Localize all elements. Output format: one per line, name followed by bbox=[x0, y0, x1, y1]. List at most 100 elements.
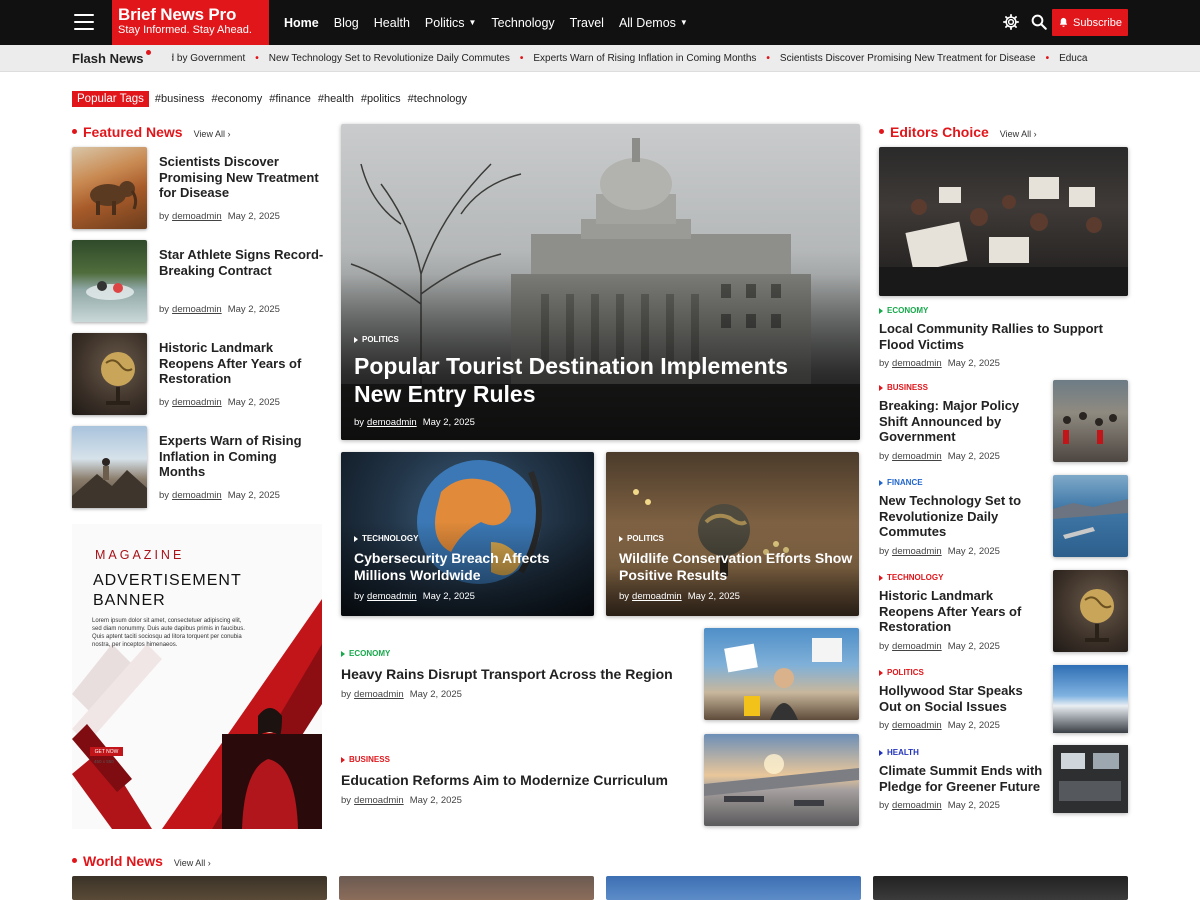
search-icon[interactable] bbox=[1030, 13, 1048, 31]
category-tag[interactable]: POLITICS bbox=[619, 534, 859, 543]
tag-business[interactable]: #business bbox=[155, 93, 205, 105]
editors-lead-article[interactable]: ECONOMY Local Community Rallies to Suppo… bbox=[879, 306, 1129, 369]
airport-thumb[interactable] bbox=[704, 734, 859, 826]
featured-item[interactable]: Experts Warn of Rising Inflation in Comi… bbox=[72, 426, 322, 508]
studio-thumb[interactable] bbox=[1053, 745, 1128, 813]
featured-thumb-hiker[interactable] bbox=[72, 426, 147, 508]
featured-view-all[interactable]: View All › bbox=[194, 129, 231, 139]
author-link[interactable]: demoadmin bbox=[892, 641, 942, 652]
protest-thumb[interactable] bbox=[704, 628, 859, 720]
editors-view-all[interactable]: View All › bbox=[1000, 129, 1037, 139]
ticker-item[interactable]: ced by Government bbox=[172, 53, 245, 64]
nav-blog[interactable]: Blog bbox=[334, 16, 359, 30]
list-article[interactable]: BUSINESS Education Reforms Aim to Modern… bbox=[341, 734, 860, 826]
editors-article[interactable]: POLITICS Hollywood Star Speaks Out on So… bbox=[879, 665, 1129, 733]
article-title[interactable]: Local Community Rallies to Support Flood… bbox=[879, 321, 1119, 352]
author-link[interactable]: demoadmin bbox=[892, 546, 942, 557]
featured-thumb-rafting[interactable] bbox=[72, 240, 147, 322]
flash-news-label: Flash News bbox=[72, 50, 151, 66]
ticker-item[interactable]: Experts Warn of Rising Inflation in Comi… bbox=[533, 53, 756, 64]
article-title[interactable]: Scientists Discover Promising New Treatm… bbox=[159, 154, 324, 201]
nav-politics[interactable]: Politics ▼ bbox=[425, 16, 477, 30]
article-title[interactable]: Star Athlete Signs Record-Breaking Contr… bbox=[159, 247, 324, 278]
featured-thumb-elephant[interactable] bbox=[72, 147, 147, 229]
menu-icon[interactable] bbox=[74, 14, 94, 30]
featured-item[interactable]: Star Athlete Signs Record-Breaking Contr… bbox=[72, 240, 324, 322]
author-link[interactable]: demoadmin bbox=[354, 689, 404, 700]
subscribe-button[interactable]: Subscribe bbox=[1052, 9, 1128, 36]
nav-all-demos[interactable]: All Demos ▼ bbox=[619, 16, 688, 30]
crowd-thumb[interactable] bbox=[1053, 380, 1128, 462]
author-link[interactable]: demoadmin bbox=[632, 591, 682, 602]
author-link[interactable]: demoadmin bbox=[892, 800, 942, 811]
article-title[interactable]: Experts Warn of Rising Inflation in Comi… bbox=[159, 433, 324, 480]
ticker-item[interactable]: New Technology Set to Revolutionize Dail… bbox=[269, 53, 510, 64]
world-card-image[interactable] bbox=[606, 876, 861, 900]
list-article[interactable]: ECONOMY Heavy Rains Disrupt Transport Ac… bbox=[341, 628, 860, 720]
article-title[interactable]: Education Reforms Aim to Modernize Curri… bbox=[341, 772, 668, 788]
author-link[interactable]: demoadmin bbox=[367, 591, 417, 602]
editors-article[interactable]: FINANCE New Technology Set to Revolution… bbox=[879, 475, 1129, 557]
author-link[interactable]: demoadmin bbox=[367, 417, 417, 428]
mountain-thumb[interactable] bbox=[1053, 665, 1128, 733]
featured-thumb-globe[interactable] bbox=[72, 333, 147, 415]
gear-icon[interactable] bbox=[1002, 13, 1020, 31]
live-dot bbox=[145, 50, 151, 55]
grid-article[interactable]: TECHNOLOGY Cybersecurity Breach Affects … bbox=[341, 452, 594, 616]
tag-politics[interactable]: #politics bbox=[361, 93, 401, 105]
category-tag[interactable]: POLITICS bbox=[354, 335, 824, 344]
featured-item[interactable]: Scientists Discover Promising New Treatm… bbox=[72, 147, 322, 229]
ticker-item[interactable]: Scientists Discover Promising New Treatm… bbox=[780, 53, 1036, 64]
by-label: by bbox=[619, 591, 630, 602]
card-caption: TECHNOLOGY Cybersecurity Breach Affects … bbox=[354, 534, 594, 602]
category-tag[interactable]: BUSINESS bbox=[341, 755, 668, 764]
nav-health[interactable]: Health bbox=[374, 16, 410, 30]
hero-article[interactable]: POLITICS Popular Tourist Destination Imp… bbox=[341, 124, 860, 440]
editors-article[interactable]: TECHNOLOGY Historic Landmark Reopens Aft… bbox=[879, 570, 1129, 652]
ad-cta-button[interactable]: GET NOW bbox=[90, 747, 123, 756]
author-link[interactable]: demoadmin bbox=[172, 304, 222, 315]
article-title[interactable]: Climate Summit Ends with Pledge for Gree… bbox=[879, 763, 1044, 794]
world-card-image[interactable] bbox=[873, 876, 1128, 900]
editors-article[interactable]: HEALTH Climate Summit Ends with Pledge f… bbox=[879, 745, 1129, 813]
author-link[interactable]: demoadmin bbox=[892, 720, 942, 731]
globe-thumb[interactable] bbox=[1053, 570, 1128, 652]
article-title[interactable]: New Technology Set to Revolutionize Dail… bbox=[879, 493, 1044, 540]
category-tag[interactable]: ECONOMY bbox=[879, 306, 1129, 315]
nav-home[interactable]: Home bbox=[284, 16, 319, 30]
featured-item[interactable]: Historic Landmark Reopens After Years of… bbox=[72, 333, 322, 415]
ticker-item[interactable]: Educa bbox=[1059, 53, 1087, 64]
card-title[interactable]: Cybersecurity Breach Affects Millions Wo… bbox=[354, 550, 594, 584]
nav-technology[interactable]: Technology bbox=[491, 16, 554, 30]
tag-economy[interactable]: #economy bbox=[211, 93, 262, 105]
nav-travel[interactable]: Travel bbox=[570, 16, 604, 30]
grid-article[interactable]: POLITICS Wildlife Conservation Efforts S… bbox=[606, 452, 859, 616]
author-link[interactable]: demoadmin bbox=[354, 795, 404, 806]
category-tag[interactable]: ECONOMY bbox=[341, 649, 673, 658]
tag-technology[interactable]: #technology bbox=[408, 93, 467, 105]
author-link[interactable]: demoadmin bbox=[172, 490, 222, 501]
author-link[interactable]: demoadmin bbox=[892, 358, 942, 369]
article-title[interactable]: Hollywood Star Speaks Out on Social Issu… bbox=[879, 683, 1044, 714]
article-title[interactable]: Breaking: Major Policy Shift Announced b… bbox=[879, 398, 1044, 445]
advertisement-banner[interactable]: MAGAZINE ADVERTISEMENT BANNER Lorem ipsu… bbox=[72, 524, 322, 829]
city-water-thumb[interactable] bbox=[1053, 475, 1128, 557]
editors-lead-image[interactable] bbox=[879, 147, 1128, 296]
card-title[interactable]: Wildlife Conservation Efforts Show Posit… bbox=[619, 550, 859, 584]
world-view-all[interactable]: View All › bbox=[174, 858, 211, 868]
site-logo[interactable]: Brief News Pro Stay Informed. Stay Ahead… bbox=[112, 0, 269, 45]
tag-finance[interactable]: #finance bbox=[269, 93, 311, 105]
tag-health[interactable]: #health bbox=[318, 93, 354, 105]
article-title[interactable]: Historic Landmark Reopens After Years of… bbox=[879, 588, 1044, 635]
world-card-image[interactable] bbox=[72, 876, 327, 900]
article-title[interactable]: Historic Landmark Reopens After Years of… bbox=[159, 340, 324, 387]
author-link[interactable]: demoadmin bbox=[892, 451, 942, 462]
category-tag[interactable]: TECHNOLOGY bbox=[354, 534, 594, 543]
article-title[interactable]: Heavy Rains Disrupt Transport Across the… bbox=[341, 666, 673, 682]
hero-title[interactable]: Popular Tourist Destination Implements N… bbox=[354, 352, 824, 408]
author-link[interactable]: demoadmin bbox=[172, 211, 222, 222]
section-bullet bbox=[72, 858, 77, 863]
world-card-image[interactable] bbox=[339, 876, 594, 900]
author-link[interactable]: demoadmin bbox=[172, 397, 222, 408]
editors-article[interactable]: BUSINESS Breaking: Major Policy Shift An… bbox=[879, 380, 1129, 462]
